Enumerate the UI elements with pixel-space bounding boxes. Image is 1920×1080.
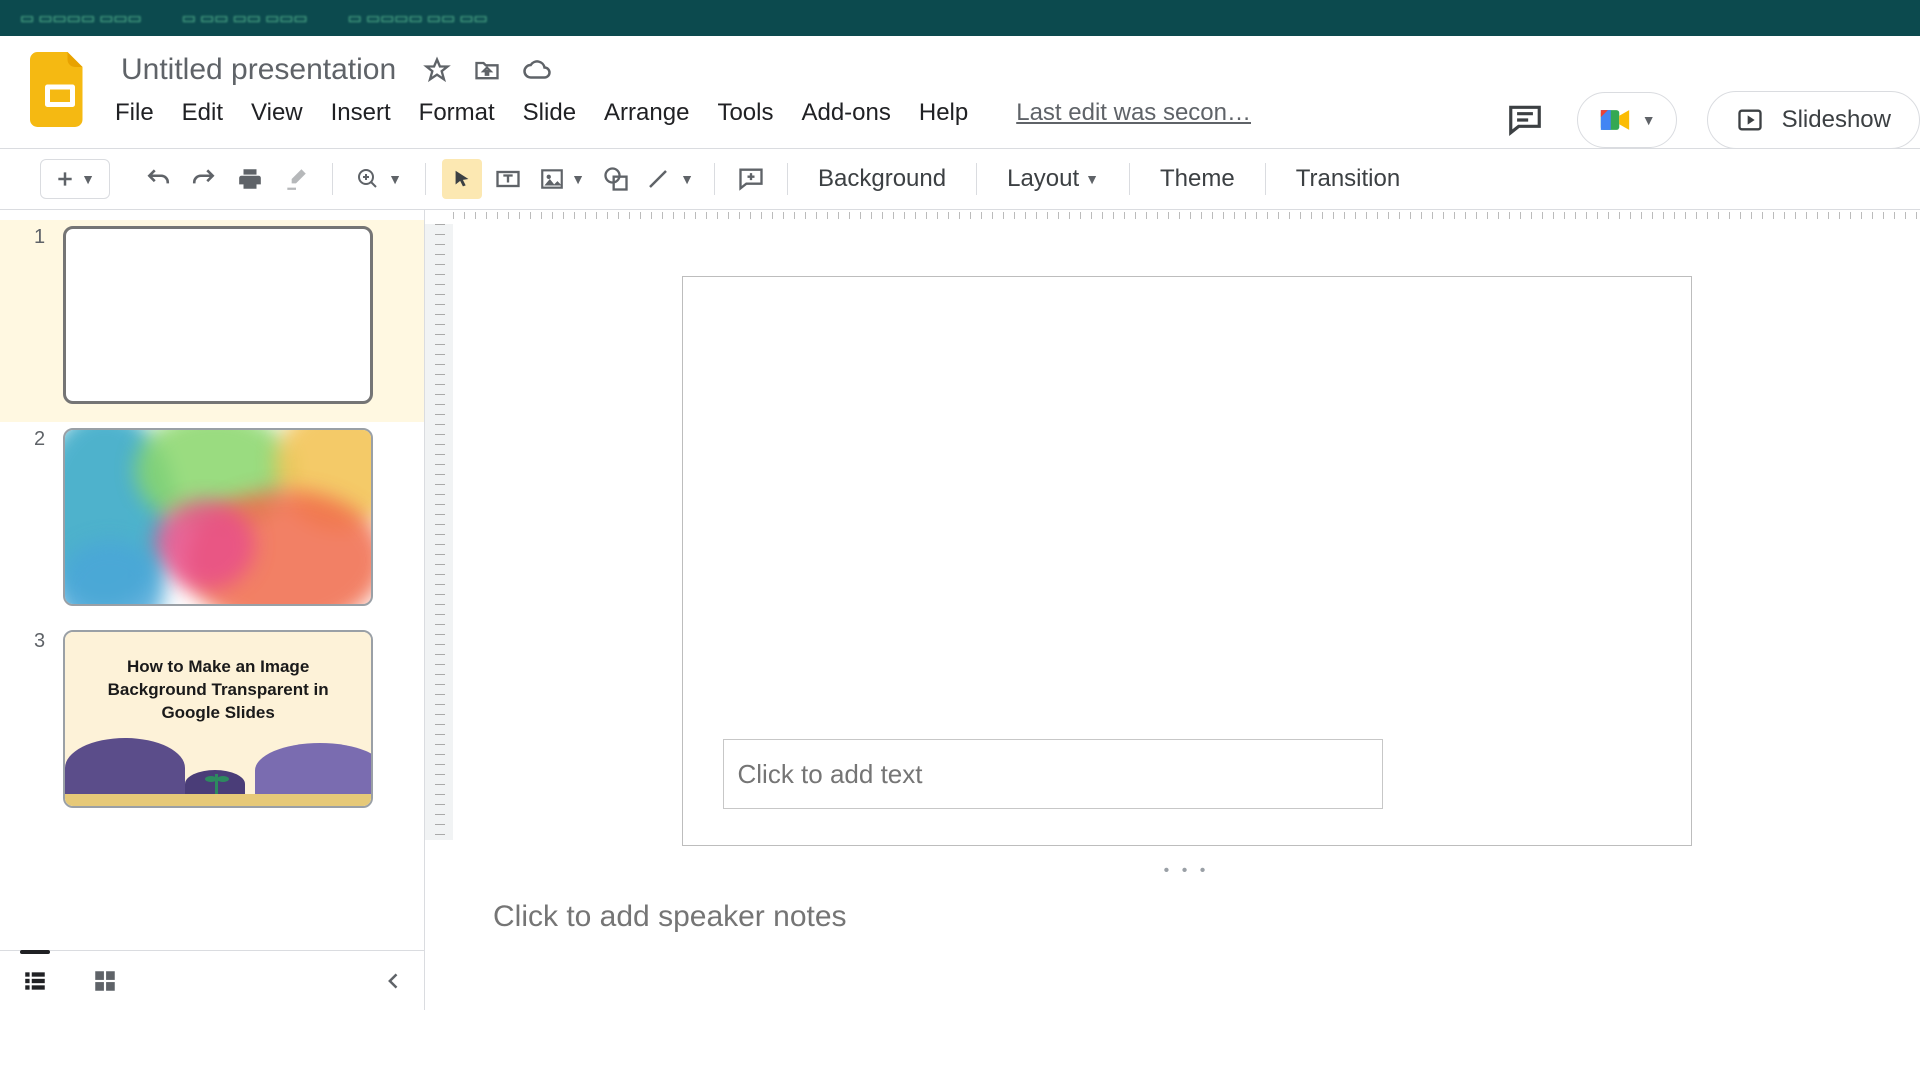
star-icon[interactable] — [422, 55, 452, 85]
slide-stage[interactable]: Click to add text — [453, 224, 1920, 862]
collapse-panel-button[interactable] — [364, 951, 424, 1011]
caret-down-icon: ▼ — [1642, 112, 1656, 128]
notes-resize-handle[interactable]: • • • — [453, 862, 1920, 880]
comments-icon[interactable] — [1503, 98, 1547, 142]
select-tool[interactable] — [442, 159, 482, 199]
slideshow-button[interactable]: Slideshow — [1707, 91, 1920, 149]
menu-tools[interactable]: Tools — [717, 99, 773, 127]
grid-view-button[interactable] — [70, 956, 140, 1006]
paint-format-button[interactable] — [276, 159, 316, 199]
slideshow-label: Slideshow — [1782, 106, 1891, 134]
theme-button[interactable]: Theme — [1146, 165, 1249, 193]
cloud-status-icon[interactable] — [522, 55, 552, 85]
text-placeholder[interactable]: Click to add text — [723, 739, 1383, 809]
meet-button[interactable]: ▼ — [1577, 92, 1677, 148]
menu-insert[interactable]: Insert — [331, 99, 391, 127]
menu-edit[interactable]: Edit — [182, 99, 223, 127]
vertical-ruler[interactable] — [425, 224, 453, 840]
slide-number: 2 — [34, 428, 45, 451]
shape-tool[interactable] — [596, 159, 636, 199]
slide-thumbnail[interactable]: 1 — [0, 220, 424, 422]
caret-down-icon: ▼ — [1085, 171, 1099, 187]
slide-thumbnail-panel: 1 2 3 How to Make an Image Background Tr… — [0, 210, 425, 1010]
move-icon[interactable] — [472, 55, 502, 85]
menu-slide[interactable]: Slide — [523, 99, 576, 127]
layout-button[interactable]: Layout ▼ — [993, 165, 1113, 193]
slide-number: 3 — [34, 630, 45, 653]
slide-preview: How to Make an Image Background Transpar… — [63, 630, 373, 808]
horizontal-ruler[interactable] — [453, 210, 1920, 224]
browser-tab[interactable]: ▭ ▭▭ ▭▭ ▭▭▭ — [182, 9, 308, 27]
menu-format[interactable]: Format — [419, 99, 495, 127]
layout-label: Layout — [1007, 165, 1079, 193]
menu-help[interactable]: Help — [919, 99, 968, 127]
print-button[interactable] — [230, 159, 270, 199]
slide-preview — [63, 428, 373, 606]
menu-arrange[interactable]: Arrange — [604, 99, 689, 127]
transition-button[interactable]: Transition — [1282, 165, 1414, 193]
image-tool[interactable]: ▼ — [534, 159, 590, 199]
undo-button[interactable] — [138, 159, 178, 199]
toolbar: ▼ ▼ ▼ ▼ Background Layout ▼ Theme Transit… — [0, 148, 1920, 210]
background-button[interactable]: Background — [804, 165, 960, 193]
line-tool[interactable]: ▼ — [642, 159, 698, 199]
browser-tab-bar: ▭ ▭▭▭▭ ▭▭▭ ▭ ▭▭ ▭▭ ▭▭▭ ▭ ▭▭▭▭ ▭▭ ▭▭ — [0, 0, 1920, 36]
zoom-button[interactable]: ▼ — [349, 159, 409, 199]
new-slide-button[interactable]: ▼ — [40, 159, 110, 199]
slide-thumbnail[interactable]: 2 — [0, 422, 424, 624]
browser-tab[interactable]: ▭ ▭▭▭▭ ▭▭▭ — [20, 9, 142, 27]
menu-addons[interactable]: Add-ons — [801, 99, 890, 127]
canvas-area: Click to add text • • • Click to add spe… — [425, 210, 1920, 1010]
add-comment-button[interactable] — [731, 159, 771, 199]
textbox-tool[interactable] — [488, 159, 528, 199]
slide-number: 1 — [34, 226, 45, 249]
menu-file[interactable]: File — [115, 99, 154, 127]
slide-thumbnail[interactable]: 3 How to Make an Image Background Transp… — [0, 624, 424, 826]
slide-canvas[interactable]: Click to add text — [682, 276, 1692, 846]
slide-preview — [63, 226, 373, 404]
menu-view[interactable]: View — [251, 99, 303, 127]
filmstrip-view-button[interactable] — [0, 956, 70, 1006]
speaker-notes[interactable]: Click to add speaker notes — [453, 880, 1920, 1010]
document-title[interactable]: Untitled presentation — [115, 51, 402, 89]
slide-title-text: How to Make an Image Background Transpar… — [65, 632, 371, 725]
slides-logo-icon[interactable] — [30, 51, 90, 128]
browser-tab[interactable]: ▭ ▭▭▭▭ ▭▭ ▭▭ — [348, 9, 488, 27]
redo-button[interactable] — [184, 159, 224, 199]
thumbnail-footer — [0, 950, 424, 1010]
last-edit-status[interactable]: Last edit was secon… — [1016, 99, 1251, 127]
document-header: Untitled presentation File Edit View Ins… — [0, 36, 1920, 128]
